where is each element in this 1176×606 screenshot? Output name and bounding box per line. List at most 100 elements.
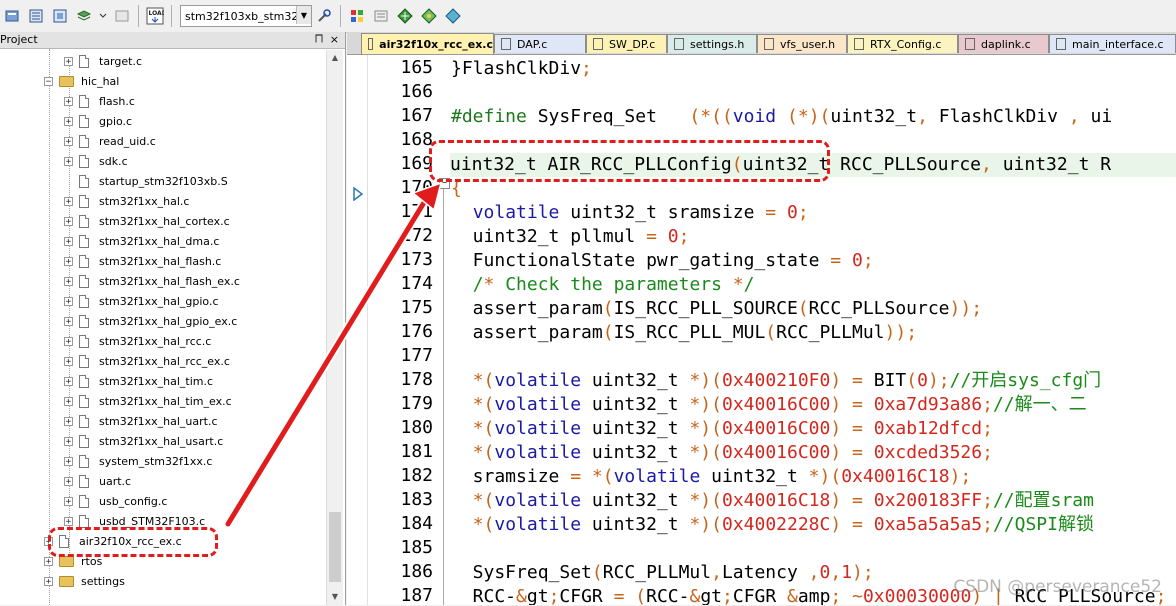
- tree-expander-icon[interactable]: +: [64, 356, 73, 366]
- code-line[interactable]: uint32_t pllmul = 0;: [451, 225, 690, 249]
- tree-expander-icon[interactable]: −: [44, 76, 53, 86]
- tree-file[interactable]: + sdk.c: [64, 151, 128, 171]
- project-scrollbar[interactable]: ▲ ▼: [326, 50, 343, 605]
- editor-tab[interactable]: daplink.c: [958, 34, 1049, 53]
- stop-build-icon[interactable]: [112, 6, 132, 26]
- tree-folder[interactable]: + settings: [44, 571, 125, 591]
- code-line[interactable]: *(volatile uint32_t *)(0x400210F0) = BIT…: [451, 369, 1101, 393]
- tree-file[interactable]: + stm32f1xx_hal_flash.c: [64, 251, 221, 271]
- build-icon[interactable]: [26, 6, 46, 26]
- editor-tab[interactable]: vfs_user.h: [757, 34, 847, 53]
- tree-file[interactable]: startup_stm32f103xb.S: [64, 171, 228, 191]
- tree-expander-icon[interactable]: +: [64, 436, 73, 446]
- code-editor[interactable]: 165 166 167 168 169 170 171 172 173 174 175 176 177 1…: [347, 55, 1176, 605]
- editor-tab-label: air32f10x_rcc_ex.c: [379, 37, 493, 51]
- tree-expander-icon[interactable]: +: [64, 56, 73, 66]
- tree-file[interactable]: + flash.c: [64, 91, 135, 111]
- tree-expander-icon[interactable]: +: [64, 296, 73, 306]
- tree-expander-icon[interactable]: +: [64, 116, 73, 126]
- tree-expander-icon[interactable]: +: [64, 376, 73, 386]
- select-packs-icon[interactable]: [371, 6, 391, 26]
- tree-file[interactable]: + stm32f1xx_hal_tim.c: [64, 371, 213, 391]
- tree-file[interactable]: + stm32f1xx_hal_tim_ex.c: [64, 391, 232, 411]
- tree-expander-icon[interactable]: +: [64, 516, 73, 526]
- tree-file[interactable]: + stm32f1xx_hal_usart.c: [64, 431, 223, 451]
- manage-components-icon[interactable]: [347, 6, 367, 26]
- tree-file[interactable]: + usb_config.c: [64, 491, 167, 511]
- code-line[interactable]: *(volatile uint32_t *)(0x40016C00) = 0xc…: [451, 441, 993, 465]
- target-select[interactable]: stm32f103xb_stm32f103r ▼: [180, 5, 312, 27]
- editor-tab[interactable]: settings.h: [667, 34, 757, 53]
- code-line[interactable]: /* Check the parameters */: [451, 273, 755, 297]
- scroll-up-icon[interactable]: ▲: [327, 50, 343, 66]
- manage-run-time-icon[interactable]: [419, 6, 439, 26]
- editor-tab[interactable]: main_interface.c: [1049, 34, 1176, 53]
- file-icon: [79, 374, 89, 388]
- editor-tab[interactable]: air32f10x_rcc_ex.c: [361, 33, 494, 54]
- code-line[interactable]: *(volatile uint32_t *)(0x40016C18) = 0x2…: [451, 489, 1094, 513]
- tree-expander-icon[interactable]: +: [64, 476, 73, 486]
- options-for-target-icon[interactable]: [314, 6, 334, 26]
- tree-expander-icon[interactable]: +: [64, 136, 73, 146]
- tree-file[interactable]: + stm32f1xx_hal_dma.c: [64, 231, 219, 251]
- editor-tab[interactable]: SW_DP.c: [586, 34, 667, 53]
- close-icon[interactable]: ×: [330, 32, 339, 48]
- editor-tab[interactable]: DAP.c: [494, 34, 586, 53]
- tree-file[interactable]: + gpio.c: [64, 111, 132, 131]
- tree-expander-icon[interactable]: +: [44, 576, 53, 586]
- tree-file[interactable]: + system_stm32f1xx.c: [64, 451, 212, 471]
- tree-file[interactable]: + target.c: [64, 51, 142, 71]
- tree-expander-icon[interactable]: +: [44, 556, 53, 566]
- tree-file[interactable]: + uart.c: [64, 471, 131, 491]
- load-icon[interactable]: LOAD: [145, 6, 165, 26]
- chevron-down-icon[interactable]: ▼: [296, 6, 311, 24]
- code-line[interactable]: *(volatile uint32_t *)(0x4002228C) = 0xa…: [451, 513, 1094, 537]
- code-line[interactable]: #define SysFreq_Set (*((void (*)(uint32_…: [451, 105, 1112, 129]
- code-line[interactable]: *(volatile uint32_t *)(0x40016C00) = 0xa…: [451, 417, 993, 441]
- stack-icon[interactable]: [74, 6, 94, 26]
- tree-expander-icon[interactable]: +: [64, 336, 73, 346]
- tree-file[interactable]: + stm32f1xx_hal_rcc.c: [64, 331, 211, 351]
- tree-expander-icon[interactable]: +: [64, 276, 73, 286]
- tree-expander-icon[interactable]: +: [64, 156, 73, 166]
- tree-item-label: target.c: [99, 54, 142, 68]
- scrollbar-thumb[interactable]: [329, 512, 341, 582]
- code-line[interactable]: *(volatile uint32_t *)(0x40016C00) = 0xa…: [451, 393, 1087, 417]
- tree-file[interactable]: + stm32f1xx_hal_gpio.c: [64, 291, 219, 311]
- tree-expander-icon[interactable]: +: [64, 396, 73, 406]
- code-line[interactable]: volatile uint32_t sramsize = 0;: [451, 201, 809, 225]
- scroll-down-icon[interactable]: ▼: [327, 589, 343, 605]
- tree-file[interactable]: + stm32f1xx_hal_cortex.c: [64, 211, 230, 231]
- code-line[interactable]: assert_param(IS_RCC_PLL_SOURCE(RCC_PLLSo…: [451, 297, 982, 321]
- batch-build-icon[interactable]: [2, 6, 22, 26]
- tree-file[interactable]: + stm32f1xx_hal_rcc_ex.c: [64, 351, 230, 371]
- tree-expander-icon[interactable]: +: [64, 196, 73, 206]
- tree-file[interactable]: + read_uid.c: [64, 131, 156, 151]
- tree-expander-icon[interactable]: +: [64, 496, 73, 506]
- diamond-icon[interactable]: [443, 6, 463, 26]
- tree-expander-icon[interactable]: +: [64, 416, 73, 426]
- pin-icon[interactable]: ⨅: [315, 32, 323, 48]
- tree-file[interactable]: + stm32f1xx_hal_uart.c: [64, 411, 218, 431]
- pack-installer-icon[interactable]: [395, 6, 415, 26]
- code-line[interactable]: }FlashClkDiv;: [451, 57, 592, 81]
- chevron-down-icon[interactable]: [98, 6, 108, 26]
- tree-file[interactable]: + stm32f1xx_hal.c: [64, 191, 189, 211]
- tree-file[interactable]: + stm32f1xx_hal_gpio_ex.c: [64, 311, 237, 331]
- tree-expander-icon[interactable]: +: [64, 456, 73, 466]
- tree-expander-icon[interactable]: +: [64, 316, 73, 326]
- code-line[interactable]: SysFreq_Set(RCC_PLLMul,Latency ,0,1);: [451, 561, 874, 585]
- tree-expander-icon[interactable]: +: [64, 236, 73, 246]
- tree-file[interactable]: + stm32f1xx_hal_flash_ex.c: [64, 271, 240, 291]
- tree-item-label: stm32f1xx_hal_dma.c: [99, 234, 220, 248]
- code-line[interactable]: FunctionalState pwr_gating_state = 0;: [451, 249, 874, 273]
- tree-expander-icon[interactable]: +: [64, 216, 73, 226]
- line-number: 174: [400, 273, 433, 294]
- code-line[interactable]: sramsize = *(volatile uint32_t *)(0x4001…: [451, 465, 972, 489]
- rebuild-icon[interactable]: [50, 6, 70, 26]
- tree-expander-icon[interactable]: +: [64, 256, 73, 266]
- tree-expander-icon[interactable]: +: [64, 96, 73, 106]
- code-line[interactable]: assert_param(IS_RCC_PLL_MUL(RCC_PLLMul))…: [451, 321, 917, 345]
- tree-folder[interactable]: − hic_hal: [44, 71, 119, 91]
- editor-tab[interactable]: RTX_Config.c: [847, 34, 958, 53]
